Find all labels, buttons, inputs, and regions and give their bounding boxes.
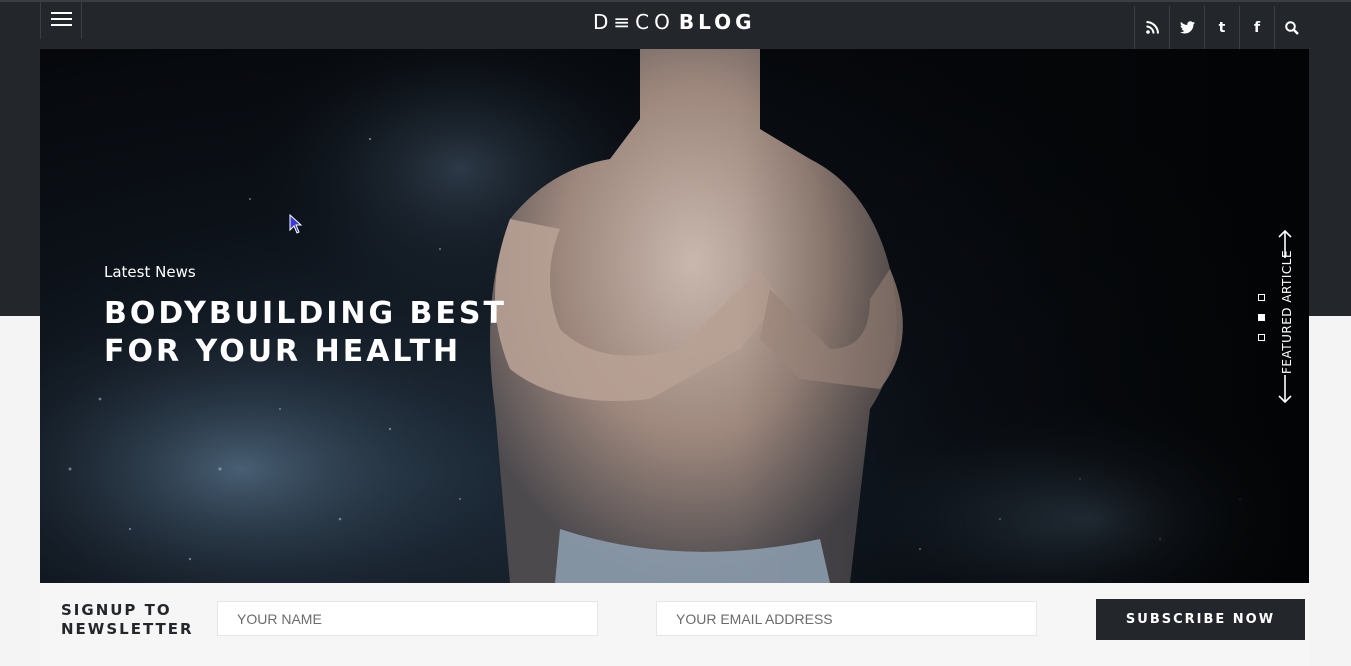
subscribe-button[interactable]: SUBSCRIBE NOW xyxy=(1096,599,1305,640)
rss-icon xyxy=(1145,21,1159,34)
tumblr-button[interactable]: t xyxy=(1204,6,1239,49)
slide-dot-3[interactable] xyxy=(1258,334,1265,341)
search-icon xyxy=(1284,20,1299,35)
hero-title[interactable]: BODYBUILDING BEST FOR YOUR HEALTH xyxy=(104,295,524,371)
mouse-pointer-icon xyxy=(289,214,303,234)
hero-category-label[interactable]: Latest News xyxy=(104,263,196,281)
twitter-icon xyxy=(1179,21,1195,34)
tumblr-icon: t xyxy=(1218,19,1226,36)
featured-article-nav: FEATURED ARTICLE xyxy=(1250,229,1309,409)
arrow-down-icon[interactable] xyxy=(1278,374,1292,404)
name-input[interactable] xyxy=(217,601,598,636)
slide-dot-1[interactable] xyxy=(1258,294,1265,301)
twitter-button[interactable] xyxy=(1169,6,1204,49)
logo-deco: D≡CO xyxy=(593,10,675,34)
facebook-icon: f xyxy=(1253,19,1261,36)
logo-blog: BLOG xyxy=(678,10,756,34)
search-button[interactable] xyxy=(1274,6,1308,49)
hero-featured-article[interactable]: Latest News BODYBUILDING BEST FOR YOUR H… xyxy=(40,49,1309,583)
site-logo[interactable]: D≡CO BLOG xyxy=(593,10,758,36)
hamburger-menu-icon-bar xyxy=(51,24,72,26)
hamburger-menu-icon-bar xyxy=(51,18,72,20)
newsletter-signup: SIGNUP TO NEWSLETTER SUBSCRIBE NOW xyxy=(40,583,1309,666)
newsletter-title: SIGNUP TO NEWSLETTER xyxy=(61,601,194,638)
menu-button[interactable] xyxy=(40,2,82,39)
featured-article-label: FEATURED ARTICLE xyxy=(1280,249,1294,374)
email-input[interactable] xyxy=(656,601,1037,636)
rss-button[interactable] xyxy=(1134,6,1169,49)
site-header: D≡CO BLOG t f xyxy=(40,2,1309,49)
hamburger-menu-icon xyxy=(51,12,72,14)
slide-dot-2[interactable] xyxy=(1258,314,1265,321)
facebook-button[interactable]: f xyxy=(1239,6,1274,49)
social-links: t f xyxy=(1134,6,1308,49)
